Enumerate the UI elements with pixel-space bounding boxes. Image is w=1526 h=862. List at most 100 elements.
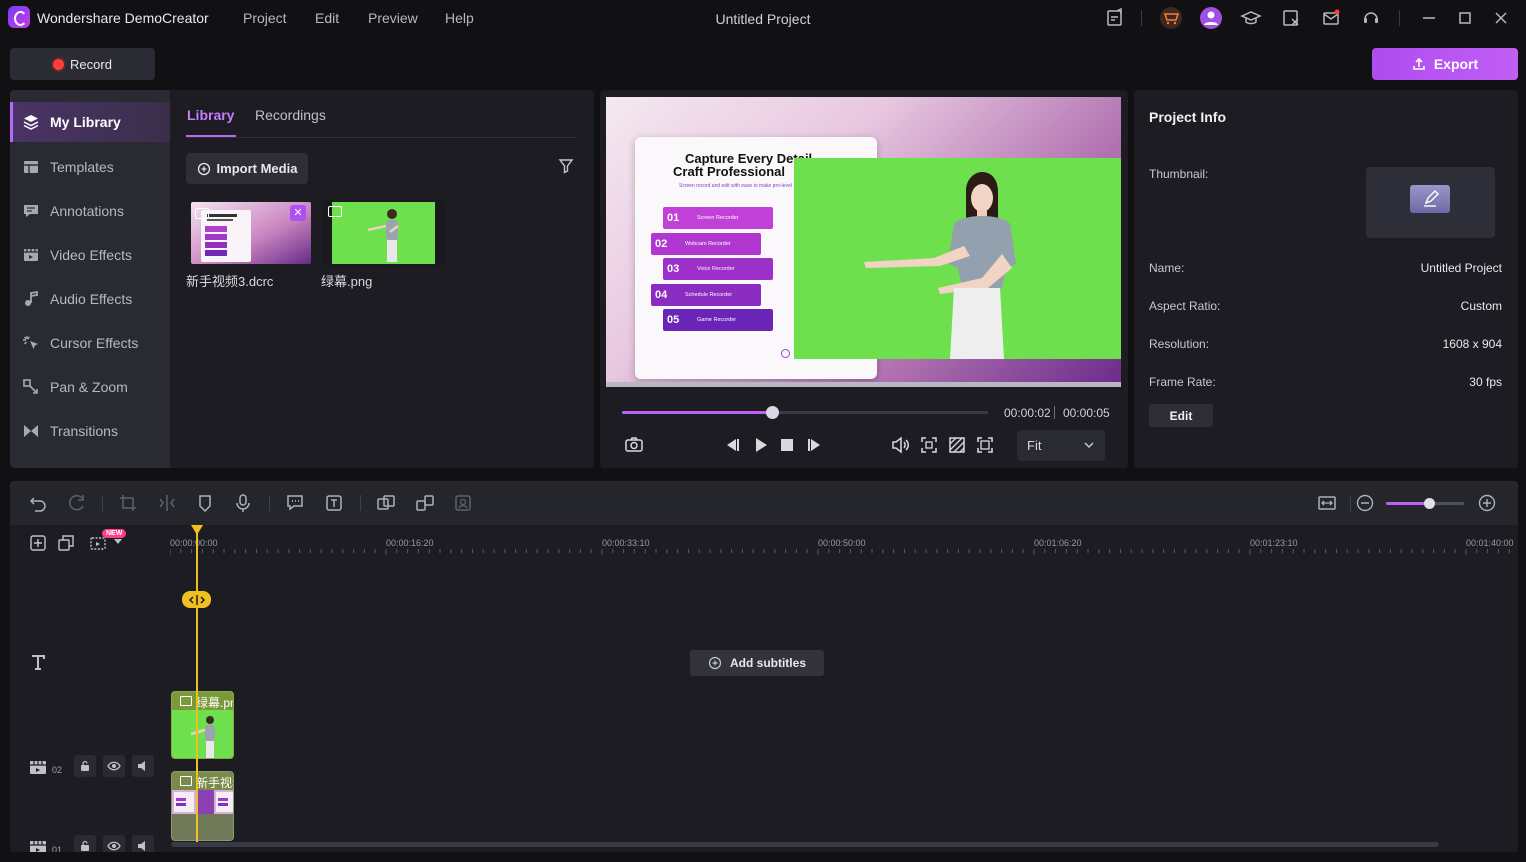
import-media-button[interactable]: Import Media <box>186 153 308 184</box>
playhead[interactable] <box>196 533 198 843</box>
sidebar-item-templates[interactable]: Templates <box>10 147 170 187</box>
import-media-label: Import Media <box>216 161 298 176</box>
slide-step: 01 Screen Recorder <box>663 207 773 229</box>
audio-effects-icon <box>25 290 38 306</box>
slide-step-number: 03 <box>667 263 680 275</box>
maximize-icon[interactable] <box>1454 7 1476 29</box>
speaker-icon[interactable] <box>132 835 154 852</box>
sidebar-item-annotations[interactable]: Annotations <box>10 191 170 231</box>
tab-recordings[interactable]: Recordings <box>255 107 326 123</box>
add-track-icon[interactable] <box>29 534 47 552</box>
microphone-icon[interactable] <box>233 493 253 513</box>
slide-step-number: 05 <box>667 314 680 326</box>
speech-bubble-icon[interactable] <box>285 493 305 513</box>
freeze-frame-icon[interactable] <box>453 493 473 513</box>
marker-icon[interactable] <box>195 493 215 513</box>
timeline-clip-image[interactable]: 绿幕.png <box>171 691 234 759</box>
timeline-clip-video[interactable]: 新手视频3.dcrc <box>171 771 234 841</box>
eye-icon[interactable] <box>103 835 125 852</box>
mail-icon[interactable] <box>1320 7 1342 29</box>
lock-icon[interactable] <box>74 835 96 852</box>
speaker-icon[interactable] <box>132 755 154 777</box>
lock-icon[interactable] <box>74 755 96 777</box>
group-icon[interactable] <box>376 493 396 513</box>
timeline-panel: NEW 02 01 00:00:00:00 00:00:16:20 00:00:33… <box>10 481 1518 852</box>
sidebar-item-my-library[interactable]: My Library <box>10 102 170 142</box>
zoom-handle[interactable] <box>1423 498 1435 509</box>
slide-title-line2: Craft Professional <box>673 164 785 179</box>
zoom-out-icon[interactable] <box>1355 493 1375 513</box>
prev-frame-icon[interactable] <box>722 435 742 455</box>
undo-icon[interactable] <box>28 493 48 513</box>
split-icon[interactable] <box>157 493 177 513</box>
menu-project[interactable]: Project <box>243 10 287 26</box>
minimize-icon[interactable] <box>1418 7 1440 29</box>
progress-fill <box>622 411 773 414</box>
avatar-icon[interactable] <box>1200 7 1222 29</box>
media-item-name: 绿幕.png <box>321 274 373 289</box>
zoom-in-icon[interactable] <box>1477 493 1497 513</box>
name-label: Name: <box>1149 261 1185 275</box>
safe-area-icon[interactable] <box>947 435 967 455</box>
toolbox-icon[interactable] <box>1280 7 1302 29</box>
sidebar-item-video-effects[interactable]: Video Effects <box>10 235 170 275</box>
filter-icon[interactable] <box>558 158 574 174</box>
split-playhead-icon[interactable] <box>182 591 211 608</box>
ungroup-icon[interactable] <box>415 493 435 513</box>
timeline-ruler[interactable]: 00:00:00:00 00:00:16:20 00:00:33:10 00:00:5… <box>170 525 1518 555</box>
preview-canvas[interactable]: Capture Every Detail, Craft Professional… <box>606 97 1121 387</box>
crop-frame-icon[interactable] <box>919 435 939 455</box>
zoom-fit-select[interactable]: Fit <box>1017 430 1105 461</box>
track-number: 02 <box>52 765 63 775</box>
sidebar-item-audio-effects[interactable]: Audio Effects <box>10 279 170 319</box>
play-icon[interactable] <box>751 435 771 455</box>
stop-icon[interactable] <box>777 435 797 455</box>
dropdown-arrow-icon[interactable] <box>114 539 122 545</box>
edit-project-button[interactable]: Edit <box>1149 404 1213 427</box>
menu-edit[interactable]: Edit <box>315 10 339 26</box>
media-item-name: 新手视频3.dcrc <box>186 274 274 289</box>
slide-step-label: Game Recorder <box>697 317 737 323</box>
progress-handle[interactable] <box>766 406 780 419</box>
media-item-image[interactable] <box>322 200 446 266</box>
crop-icon[interactable] <box>118 493 138 513</box>
slide-dot-icon <box>781 349 790 358</box>
sidebar-item-cursor-effects[interactable]: Cursor Effects <box>10 323 170 363</box>
text-caption-icon[interactable] <box>324 493 344 513</box>
timeline-horizontal-scrollbar[interactable] <box>171 842 1439 847</box>
timeline-zoom-slider[interactable] <box>1386 498 1464 509</box>
media-item-project[interactable]: ✕ <box>189 200 313 266</box>
fullscreen-icon[interactable] <box>975 435 995 455</box>
sidebar-item-pan-zoom[interactable]: Pan & Zoom <box>10 367 170 407</box>
menu-help[interactable]: Help <box>445 10 474 26</box>
support-icon[interactable] <box>1360 7 1382 29</box>
feedback-icon[interactable] <box>1104 7 1126 29</box>
eye-icon[interactable] <box>103 755 125 777</box>
redo-icon[interactable] <box>66 493 86 513</box>
add-subtitles-button[interactable]: Add subtitles <box>690 650 824 676</box>
ruler-tick-label: 00:01:40:00 <box>1466 538 1514 548</box>
export-button[interactable]: Export <box>1372 48 1518 80</box>
green-screen-overlay[interactable] <box>794 158 1121 359</box>
sidebar-item-transitions[interactable]: Transitions <box>10 411 170 451</box>
next-frame-icon[interactable] <box>805 435 825 455</box>
record-button[interactable]: Record <box>10 48 155 80</box>
volume-icon[interactable] <box>890 435 910 455</box>
menu-preview[interactable]: Preview <box>368 10 418 26</box>
toolbar-separator <box>360 495 361 511</box>
thumbnail-box[interactable] <box>1366 167 1495 238</box>
copy-track-icon[interactable] <box>57 534 75 552</box>
ruler-tick-label: 00:00:00:00 <box>170 538 218 548</box>
video-effects-icon <box>24 249 38 261</box>
close-icon[interactable] <box>1490 7 1512 29</box>
playback-progress-bar[interactable] <box>622 406 988 419</box>
sidebar-item-label: Annotations <box>50 203 124 219</box>
thumbnail-edit-icon <box>1410 185 1450 213</box>
academy-icon[interactable] <box>1240 7 1262 29</box>
tab-library[interactable]: Library <box>187 107 234 123</box>
thumbnail-label: Thumbnail: <box>1149 167 1209 181</box>
slide-step-label: Schedule Recorder <box>685 291 733 298</box>
cart-icon[interactable] <box>1160 7 1182 29</box>
snapshot-icon[interactable] <box>624 435 644 455</box>
fit-timeline-icon[interactable] <box>1317 493 1337 513</box>
